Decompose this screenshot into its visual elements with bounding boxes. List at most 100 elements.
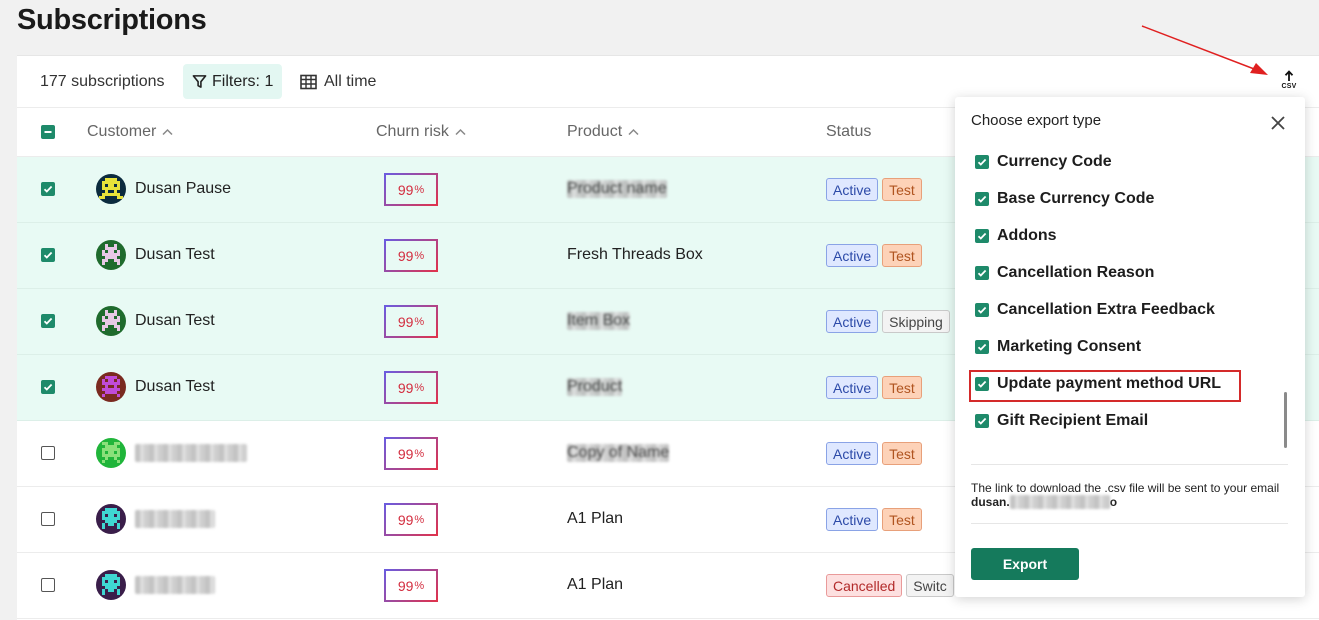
churn-unit: % <box>414 447 425 460</box>
checkmark-icon <box>977 306 987 314</box>
customer-name[interactable]: Dusan Test <box>135 246 215 264</box>
export-field-checkbox[interactable] <box>975 229 989 243</box>
subscription-count: 177 subscriptions <box>40 73 165 90</box>
checkmark-icon <box>977 269 987 277</box>
export-type-popover: Choose export type Currency Code Base Cur… <box>955 97 1305 597</box>
export-field-checkbox[interactable] <box>975 155 989 169</box>
sort-up-icon <box>455 128 466 136</box>
export-field-option[interactable]: Currency Code <box>975 148 1112 176</box>
date-range-label: All time <box>324 73 377 90</box>
status-badges: Active Test <box>826 442 922 465</box>
status-badges: Active Skipping <box>826 310 950 333</box>
redacted-email: xxxxxxxxxxxxxxx <box>1009 495 1110 509</box>
churn-value: 99 <box>397 577 414 594</box>
checkmark-icon <box>43 251 53 259</box>
export-field-option[interactable]: Base Currency Code <box>975 185 1154 213</box>
row-checkbox[interactable] <box>41 446 55 460</box>
export-field-label: Currency Code <box>997 153 1112 170</box>
churn-risk-badge: 99% <box>384 371 438 404</box>
status-badges: Cancelled Switc <box>826 574 954 597</box>
status-badge-test: Test <box>882 244 922 267</box>
filters-button[interactable]: Filters: 1 <box>183 64 283 99</box>
select-all-checkbox[interactable] <box>41 125 55 139</box>
churn-risk-badge: 99% <box>384 437 438 470</box>
customer-name[interactable]: Dusan Test <box>135 378 215 396</box>
export-field-checkbox[interactable] <box>975 340 989 354</box>
export-field-label: Gift Recipient Email <box>997 412 1149 429</box>
status-badge-cancel: Cancelled <box>826 574 903 597</box>
export-field-label: Addons <box>997 227 1057 244</box>
churn-risk-badge: 99% <box>384 305 438 338</box>
row-checkbox[interactable] <box>41 380 55 394</box>
churn-risk-badge: 99% <box>384 239 438 272</box>
column-header-status[interactable]: Status <box>826 123 871 141</box>
customer-avatar <box>96 372 126 402</box>
scrollbar-thumb[interactable] <box>1284 392 1287 448</box>
churn-value: 99 <box>397 379 414 396</box>
export-field-checkbox[interactable] <box>975 192 989 206</box>
customer-name[interactable]: Dusan Test <box>135 510 215 528</box>
churn-value: 99 <box>397 511 414 528</box>
export-field-checkbox[interactable] <box>975 303 989 317</box>
export-field-list: Currency Code Base Currency Code Addons Can… <box>975 147 1275 447</box>
churn-unit: % <box>414 315 425 328</box>
row-checkbox[interactable] <box>41 314 55 328</box>
sort-up-icon <box>628 128 639 136</box>
column-header-churn[interactable]: Churn risk <box>376 123 466 141</box>
product-name: Item Box <box>567 312 631 330</box>
status-badge-active: Active <box>826 442 879 465</box>
customer-name[interactable]: Name Surname <box>135 444 248 462</box>
export-field-option[interactable]: Cancellation Extra Feedback <box>975 296 1215 324</box>
customer-avatar <box>96 504 126 534</box>
export-field-label: Cancellation Reason <box>997 264 1155 281</box>
row-checkbox[interactable] <box>41 578 55 592</box>
note-text: The link to download the .csv file will … <box>971 481 1280 495</box>
row-checkbox[interactable] <box>41 512 55 526</box>
churn-unit: % <box>414 249 425 262</box>
export-email-note: The link to download the .csv file will … <box>971 481 1291 509</box>
export-field-option[interactable]: Gift Recipient Email <box>975 407 1148 435</box>
product-name: Product <box>567 378 623 396</box>
export-field-checkbox[interactable] <box>975 266 989 280</box>
upload-arrow-icon <box>1284 70 1294 81</box>
row-checkbox[interactable] <box>41 248 55 262</box>
divider <box>971 523 1288 524</box>
list-scrollbar[interactable] <box>1284 149 1287 449</box>
customer-name[interactable]: Dusan Pause <box>135 180 231 198</box>
export-button[interactable]: Export <box>971 548 1079 580</box>
divider <box>971 464 1288 465</box>
column-header-product[interactable]: Product <box>567 123 639 141</box>
customer-avatar <box>96 240 126 270</box>
status-badge-test: Test <box>882 442 922 465</box>
note-email-end: o <box>1109 495 1118 509</box>
status-badge-test: Test <box>882 178 922 201</box>
export-field-label: Marketing Consent <box>997 338 1142 355</box>
csv-icon-label: CSV <box>1281 83 1297 90</box>
column-label: Customer <box>87 123 157 140</box>
customer-avatar <box>96 306 126 336</box>
status-badge-test: Test <box>882 376 922 399</box>
export-field-option[interactable]: Marketing Consent <box>975 333 1141 361</box>
status-badge-switch: Switc <box>906 574 954 597</box>
export-csv-button[interactable]: CSV <box>1279 70 1299 94</box>
churn-unit: % <box>414 183 425 196</box>
column-header-customer[interactable]: Customer <box>87 123 173 141</box>
customer-name[interactable]: Dusan Test <box>135 312 215 330</box>
export-field-checkbox[interactable] <box>975 414 989 428</box>
export-field-checkbox[interactable] <box>975 377 989 391</box>
calendar-grid-icon <box>300 74 317 90</box>
close-button[interactable] <box>1268 113 1288 133</box>
export-field-label: Cancellation Extra Feedback <box>997 301 1215 318</box>
date-range-button[interactable]: All time <box>300 73 376 91</box>
export-field-option[interactable]: Cancellation Reason <box>975 259 1154 287</box>
customer-name[interactable]: Dusan Test <box>135 576 215 594</box>
churn-value: 99 <box>397 247 414 264</box>
checkmark-icon <box>977 158 987 166</box>
export-field-option[interactable]: Addons <box>975 222 1057 250</box>
export-field-option[interactable]: Update payment method URL <box>975 370 1221 398</box>
row-checkbox[interactable] <box>41 182 55 196</box>
churn-value: 99 <box>397 181 414 198</box>
checkmark-icon <box>977 380 987 388</box>
checkmark-icon <box>977 232 987 240</box>
status-badge-active: Active <box>826 310 879 333</box>
